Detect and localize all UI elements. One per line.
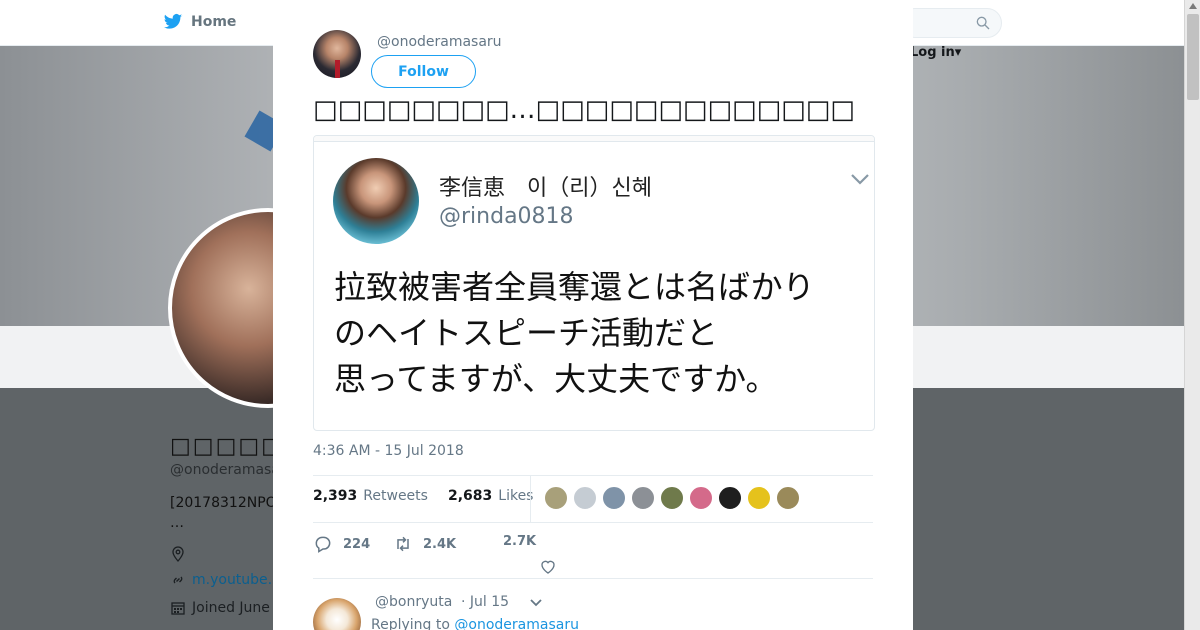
scrollbar[interactable] [1184,0,1200,630]
liker-avatars [544,486,800,510]
profile-joined-text: Joined June [192,600,270,616]
profile-bio: [20178312NPO … [170,493,277,533]
divider [313,578,873,579]
divider [313,522,873,523]
home-nav-item[interactable]: Home [163,12,236,32]
quoted-text: 拉致被害者全員奪還とは名ばかり のヘイトスピーチ活動だと 思ってますが、大丈夫で… [334,264,815,402]
liker-avatar[interactable] [602,486,626,510]
retweet-icon [397,536,409,552]
chevron-down-icon [851,174,869,185]
location-pin-icon [172,546,184,562]
liker-avatar[interactable] [747,486,771,510]
twitter-bird-icon [163,14,183,29]
profile-website-link[interactable]: m.youtube. [192,572,272,588]
close-icon[interactable] [1154,12,1180,38]
reply-date[interactable]: · Jul 15 [461,594,509,610]
follow-button[interactable]: Follow [371,55,476,88]
quoted-handle: @rinda0818 [439,204,574,229]
tweet-stats: 2,393 Retweets 2,683 Likes [313,488,533,504]
home-label: Home [191,14,237,30]
liker-avatar[interactable] [573,486,597,510]
liker-avatar[interactable] [776,486,800,510]
tweet-modal: @onoderamasaru Follow □□□□□□□□…□□□□□□□□□… [273,0,913,630]
reply-author-avatar[interactable] [313,598,361,630]
liker-avatar[interactable] [660,486,684,510]
divider [313,475,873,476]
search-icon [976,16,990,30]
media-top-border [314,136,874,142]
author-handle[interactable]: @onoderamasaru [377,34,502,50]
tweet-media-image[interactable]: 李信恵 이（리）신혜 @rinda0818 拉致被害者全員奪還とは名ばかり のヘ… [313,135,875,431]
like-button[interactable]: 2.7K [503,534,536,549]
heart-icon[interactable] [539,558,557,576]
liker-avatar[interactable] [718,486,742,510]
quoted-text-line: 拉致被害者全員奪還とは名ばかり [334,268,815,306]
login-button[interactable]: Log in▾ [910,45,961,60]
search-input[interactable] [900,8,1002,38]
tweet-timestamp[interactable]: 4:36 AM - 15 Jul 2018 [313,443,464,459]
retweet-button[interactable]: 2.4K [393,534,456,554]
scroll-up-arrow[interactable] [1189,3,1197,9]
profile-bio-line: [20178312NPO [170,495,277,511]
replying-to-link[interactable]: @onoderamasaru [454,617,579,630]
profile-website: m.youtube. [170,572,272,588]
reply-author-handle[interactable]: @bonryuta [375,594,452,610]
likes-label[interactable]: Likes [498,488,533,504]
likes-count[interactable]: 2,683 [448,488,492,504]
profile-bio-line: … [170,515,184,531]
retweets-count[interactable]: 2,393 [313,488,357,504]
quoted-text-line: のヘイトスピーチ活動だと [334,314,719,352]
stats-divider [530,476,531,522]
quoted-avatar [333,158,419,244]
reply-count: 224 [343,536,371,552]
liker-avatar[interactable] [631,486,655,510]
calendar-icon [171,602,185,615]
profile-joined: Joined June [170,600,270,616]
retweet-count: 2.4K [423,536,457,552]
liker-avatar[interactable] [689,486,713,510]
replying-to-prefix: Replying to [371,617,450,630]
retweets-label[interactable]: Retweets [363,488,428,504]
author-avatar[interactable] [313,30,361,78]
reply-button[interactable]: 224 [313,534,370,554]
chevron-down-icon[interactable] [529,597,543,609]
scrollbar-thumb[interactable] [1187,14,1199,100]
tweet-text: □□□□□□□□…□□□□□□□□□□□□□ [313,95,855,125]
like-count: 2.7K [503,534,537,549]
link-icon [173,576,183,584]
quoted-text-line: 思ってますが、大丈夫ですか。 [334,360,778,398]
replying-to: Replying to @onoderamasaru [371,617,579,630]
reply-icon [315,536,331,553]
profile-location [170,546,186,562]
quoted-name: 李信恵 이（리）신혜 [439,176,652,201]
profile-handle: @onoderamasa [170,462,280,478]
liker-avatar[interactable] [544,486,568,510]
